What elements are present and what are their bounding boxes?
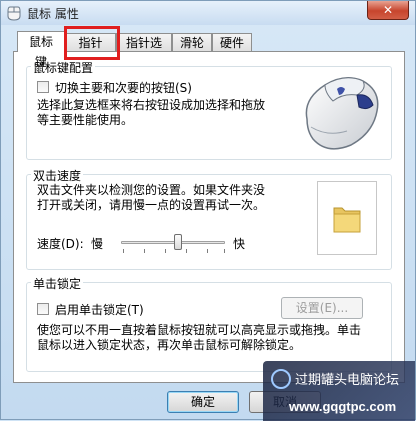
title-bar[interactable]: 鼠标 属性 ✕	[1, 1, 415, 25]
slow-label: 慢	[91, 237, 104, 251]
description-line: 使您可以不用一直按着鼠标按钮就可以高亮显示或拖拽。单击	[37, 323, 362, 337]
description-line: 打开或关闭，请用慢一点的设置再试一次。	[37, 198, 266, 212]
double-click-speed-group: 双击速度 双击文件夹以检测您的设置。如果文件夹没 打开或关闭，请用慢一点的设置再…	[26, 167, 392, 270]
close-icon: ✕	[382, 3, 394, 17]
test-folder-area[interactable]	[317, 181, 377, 255]
forum-watermark: 过期罐头电脑论坛 www.gqgtpc.com	[263, 361, 415, 421]
button-configuration-group: 鼠标键配置 切换主要和次要的按钮(S) 选择此复选框来将右按钮设成加选择和拖放 …	[26, 59, 392, 160]
watermark-text: 过期罐头电脑论坛	[295, 373, 400, 388]
slider-tick	[165, 249, 166, 253]
swap-buttons-label[interactable]: 切换主要和次要的按钮(S)	[55, 79, 192, 96]
clicklock-settings-button[interactable]: 设置(E)...	[281, 297, 363, 319]
ok-button[interactable]: 确定	[167, 391, 239, 413]
watermark-logo	[271, 369, 291, 389]
close-button[interactable]: ✕	[367, 1, 409, 20]
tab-label: 硬件	[219, 36, 244, 50]
swap-buttons-checkbox[interactable]	[37, 81, 49, 93]
slider-tick	[207, 249, 208, 253]
tab-label: 滑轮	[179, 36, 204, 50]
double-click-description: 双击文件夹以检测您的设置。如果文件夹没 打开或关闭，请用慢一点的设置再试一次。	[37, 183, 307, 213]
description-line: 等主要性能使用。	[37, 113, 134, 127]
folder-icon[interactable]	[332, 202, 362, 237]
fast-label: 快	[233, 237, 246, 251]
mouse-icon	[297, 71, 387, 158]
double-click-speed-slider-thumb[interactable]	[174, 234, 183, 250]
clicklock-group: 单击锁定 启用单击锁定(T) 设置(E)... 使您可以不用一直按着鼠标按钮就可…	[26, 275, 392, 372]
group-title: 单击锁定	[31, 275, 84, 292]
tab-hardware[interactable]: 硬件	[212, 33, 252, 52]
swap-buttons-description: 选择此复选框来将右按钮设成加选择和拖放 等主要性能使用。	[37, 98, 277, 128]
tab-buttons[interactable]: 鼠标键	[17, 31, 65, 69]
description-line: 鼠标以进入锁定状态，再次单击鼠标可解除锁定。	[37, 338, 302, 352]
tab-panel: 鼠标键配置 切换主要和次要的按钮(S) 选择此复选框来将右按钮设成加选择和拖放 …	[13, 51, 405, 383]
slider-tick	[186, 249, 187, 253]
tab-wheel[interactable]: 滑轮	[172, 33, 212, 52]
mouse-properties-icon	[7, 5, 21, 21]
watermark-url: www.gqgtpc.com	[289, 399, 397, 414]
slider-tick	[144, 249, 145, 253]
double-click-speed-slider-track[interactable]	[121, 241, 225, 244]
tab-pointer-options[interactable]: 指针选项	[116, 33, 172, 69]
group-title: 双击速度	[31, 167, 84, 184]
mouse-properties-window: 鼠标 属性 ✕ 鼠标键 指针 指针选项 滑轮 硬件 鼠标键配置 切换主要和次要的…	[0, 0, 416, 421]
description-line: 选择此复选框来将右按钮设成加选择和拖放	[37, 98, 266, 112]
clicklock-description: 使您可以不用一直按着鼠标按钮就可以高亮显示或拖拽。单击 鼠标以进入锁定状态，再次…	[37, 323, 387, 353]
enable-clicklock-checkbox[interactable]	[37, 303, 49, 315]
window-title: 鼠标 属性	[27, 7, 79, 21]
enable-clicklock-label[interactable]: 启用单击锁定(T)	[55, 301, 144, 318]
slider-tick	[224, 249, 225, 253]
slider-tick	[123, 249, 124, 253]
tab-highlight-marker	[64, 26, 120, 60]
description-line: 双击文件夹以检测您的设置。如果文件夹没	[37, 183, 266, 197]
speed-label: 速度(D):	[37, 237, 84, 251]
